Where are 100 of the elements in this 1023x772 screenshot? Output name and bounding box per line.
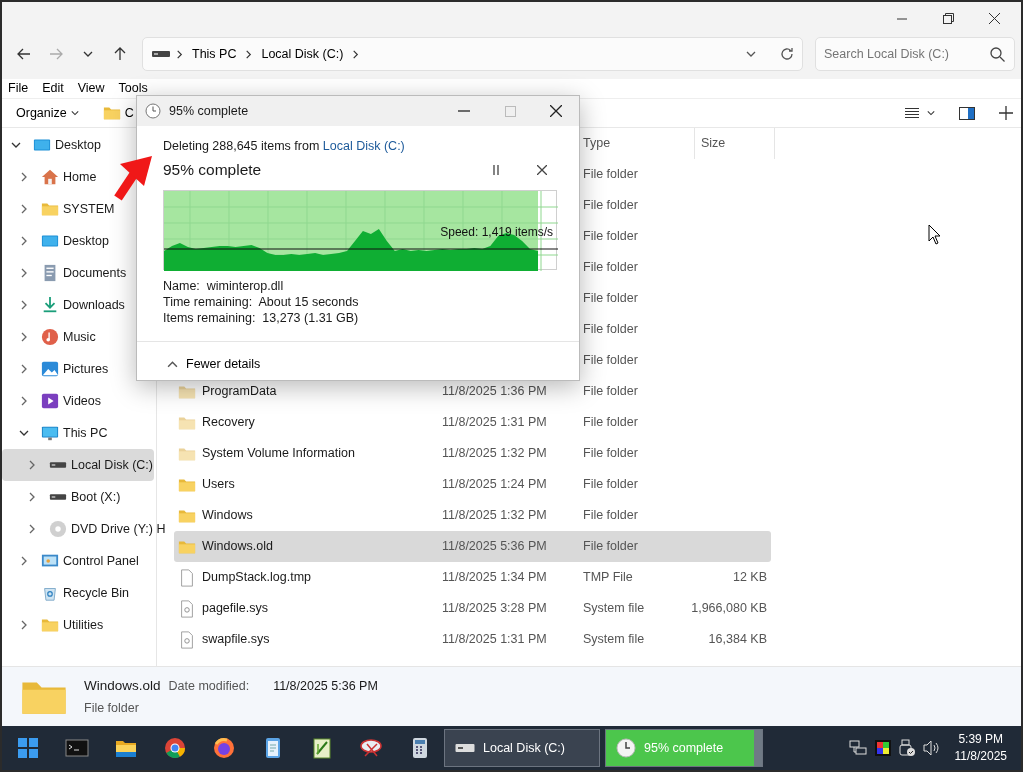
type-cell: File folder: [583, 198, 638, 213]
menu-item[interactable]: View: [77, 79, 105, 98]
chevron-icon: [351, 49, 361, 59]
nav-item[interactable]: Documents: [2, 257, 154, 289]
disc-icon: [49, 520, 67, 538]
forward-arrow-icon: [49, 48, 63, 60]
type-cell: File folder: [583, 508, 638, 523]
nav-item[interactable]: SYSTEM: [2, 193, 154, 225]
file-icon: [178, 630, 196, 649]
chevron-icon: [19, 620, 29, 630]
list-view-icon: [905, 107, 919, 119]
monitor-icon: [41, 424, 59, 442]
close-icon: [550, 105, 562, 117]
type-cell: File folder: [583, 260, 638, 275]
address-bar[interactable]: This PC Local Disk (C:): [142, 37, 803, 71]
close-icon: [537, 164, 547, 175]
file-row[interactable]: System Volume Information 11/8/2025 1:32 PM File folder: [174, 438, 771, 469]
file-icon: [178, 568, 196, 587]
usb-device-icon[interactable]: [898, 739, 915, 757]
date-cell: 11/8/2025 1:36 PM: [442, 384, 547, 399]
date-cell: 11/8/2025 1:31 PM: [442, 632, 547, 647]
clock[interactable]: 5:39 PM 11/8/2025: [948, 730, 1013, 766]
menu-item[interactable]: File: [8, 79, 29, 98]
chevron-icon: [19, 204, 29, 214]
network-icon[interactable]: [848, 740, 867, 756]
chevron-icon: [19, 556, 29, 566]
chevron-icon: [19, 332, 29, 342]
chevron-icon: [27, 460, 37, 470]
volume-icon[interactable]: [922, 740, 941, 756]
search-field[interactable]: Search Local Disk (C:): [815, 37, 1015, 71]
nav-item[interactable]: DVD Drive (Y:) H: [2, 513, 166, 545]
toggle-details-button[interactable]: Fewer details: [167, 355, 261, 375]
pause-icon: [492, 164, 500, 175]
file-row[interactable]: DumpStack.log.tmp 11/8/2025 1:34 PM TMP File 12 KB: [174, 562, 771, 593]
view-button[interactable]: [905, 107, 935, 119]
nav-item[interactable]: Home: [2, 161, 154, 193]
chevron-icon: [27, 492, 37, 502]
browser-icon: [163, 736, 187, 760]
nav-item[interactable]: Recycle Bin: [2, 577, 154, 609]
file-row[interactable]: Users 11/8/2025 1:24 PM File folder: [174, 469, 771, 500]
size-cell: 12 KB: [732, 570, 767, 585]
chevron-icon: [19, 364, 29, 374]
file-name: Users: [202, 476, 235, 494]
column-header[interactable]: Size: [695, 128, 775, 159]
menu-item[interactable]: Edit: [42, 79, 64, 98]
nav-item[interactable]: Downloads: [2, 289, 154, 321]
organize-button[interactable]: Organize: [16, 103, 79, 123]
file-name: swapfile.sys: [202, 631, 270, 649]
source-link[interactable]: Local Disk (C:): [322, 139, 405, 153]
file-row[interactable]: ProgramData 11/8/2025 1:36 PM File folder: [174, 376, 771, 407]
nav-item[interactable]: Utilities: [2, 609, 154, 641]
type-cell: File folder: [583, 384, 638, 399]
breadcrumb[interactable]: Local Disk (C:): [261, 44, 344, 64]
type-cell: File folder: [583, 477, 638, 492]
date-cell: 11/8/2025 1:32 PM: [442, 508, 547, 523]
file-row[interactable]: swapfile.sys 11/8/2025 1:31 PM System file 16,384 KB: [174, 624, 771, 655]
nav-item[interactable]: Music: [2, 321, 154, 353]
add-button[interactable]: [999, 103, 1013, 123]
download-icon: [41, 296, 59, 314]
nav-item[interactable]: This PC: [2, 417, 154, 449]
caret-icon: [83, 49, 93, 59]
type-cell: File folder: [583, 446, 638, 461]
chevron-icon: [175, 49, 184, 59]
up-arrow-icon: [114, 47, 126, 61]
color-icon[interactable]: [874, 740, 891, 756]
nav-item[interactable]: Videos: [2, 385, 154, 417]
file-icon: [178, 599, 196, 618]
date-cell: 11/8/2025 1:24 PM: [442, 477, 547, 492]
window-title: 95% complete: [169, 102, 249, 120]
menu-item[interactable]: Tools: [118, 79, 148, 98]
toolbar-button[interactable]: C: [102, 103, 134, 123]
chevron-icon: [27, 524, 37, 534]
taskbar-window-button[interactable]: Local Disk (C:): [444, 729, 600, 767]
file-name: pagefile.sys: [202, 600, 268, 618]
file-name: Recovery: [202, 414, 255, 432]
file-type: File folder: [84, 699, 140, 717]
file-name: Windows.old: [202, 538, 273, 556]
caret-icon: [746, 49, 756, 59]
drive-icon: [455, 742, 475, 754]
nav-item[interactable]: Boot (X:): [2, 481, 154, 513]
back-arrow-icon: [17, 48, 31, 60]
nav-item[interactable]: Pictures: [2, 353, 154, 385]
progress-heading: 95% complete: [163, 160, 262, 181]
clock-icon: [616, 738, 636, 758]
search-icon: [990, 47, 1005, 62]
file-row[interactable]: Recovery 11/8/2025 1:31 PM File folder: [174, 407, 771, 438]
browser-icon: [212, 736, 236, 760]
chevron-icon: [19, 396, 29, 406]
file-row[interactable]: Windows 11/8/2025 1:32 PM File folder: [174, 500, 771, 531]
nav-item[interactable]: Control Panel: [2, 545, 154, 577]
file-name: ProgramData: [202, 383, 277, 401]
breadcrumb[interactable]: This PC: [192, 44, 237, 64]
file-row[interactable]: pagefile.sys 11/8/2025 3:28 PM System file 1,966,080 KB: [174, 593, 771, 624]
nav-item[interactable]: Desktop: [2, 129, 154, 161]
speed-label: Speed: 1,419 items/s: [440, 223, 553, 241]
nav-item[interactable]: Local Disk (C:): [2, 449, 154, 481]
nav-item[interactable]: Desktop: [2, 225, 154, 257]
type-cell: File folder: [583, 415, 638, 430]
selected-row[interactable]: Windows.old 11/8/2025 5:36 PM File folder: [174, 531, 771, 562]
detail-line: Items remaining: 13,273 (1.31 GB): [163, 309, 360, 326]
